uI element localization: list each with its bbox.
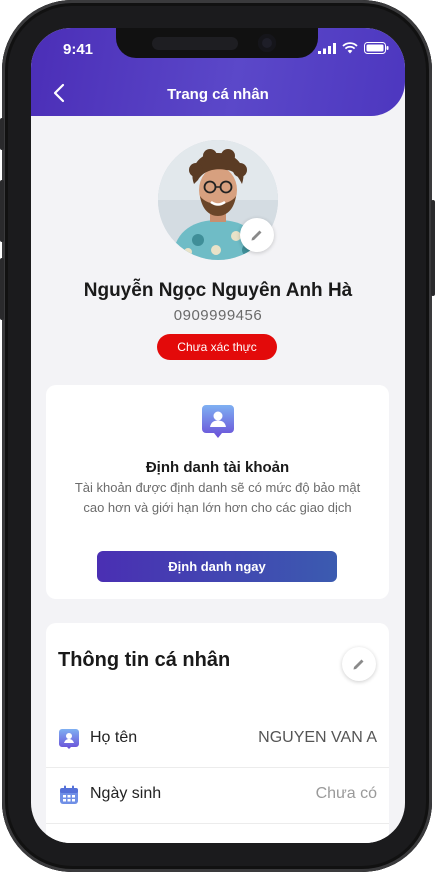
person-icon — [59, 729, 79, 749]
identity-card: Định danh tài khoản Tài khoản được định … — [46, 385, 389, 599]
status-icons — [318, 42, 389, 54]
speaker — [152, 37, 238, 50]
calendar-icon — [60, 785, 78, 804]
info-row-value: NGUYEN VAN A — [258, 729, 377, 746]
pencil-icon — [251, 230, 262, 241]
info-row-fullname[interactable]: Họ tên NGUYEN VAN A — [46, 711, 389, 768]
volume-down-button — [0, 258, 4, 320]
edit-info-button[interactable] — [342, 647, 376, 681]
personal-info-title: Thông tin cá nhân — [58, 649, 231, 671]
info-row-label: Họ tên — [90, 729, 138, 746]
pencil-icon — [353, 659, 364, 670]
power-button — [431, 200, 435, 296]
profile-phone: 0909999456 — [173, 307, 263, 324]
avatar-container — [158, 140, 278, 260]
info-row-label: Ngày sinh — [90, 785, 162, 802]
verification-status-badge: Chưa xác thực — [157, 334, 277, 360]
identity-card-description: Tài khoản được định danh sẽ có mức độ bả… — [74, 480, 361, 515]
personal-info-card: Thông tin cá nhân Họ tên NGUYEN VAN A Ng… — [46, 623, 389, 843]
status-time: 9:41 — [63, 41, 94, 58]
front-camera — [258, 34, 276, 52]
edit-avatar-button[interactable] — [240, 218, 274, 252]
profile-name: Nguyễn Ngọc Nguyên Anh Hà — [83, 280, 353, 301]
id-card-icon — [202, 405, 234, 438]
identity-card-title: Định danh tài khoản — [145, 459, 290, 476]
signal-icon — [318, 42, 336, 54]
volume-up-button — [0, 180, 4, 242]
page-title: Trang cá nhân — [167, 86, 269, 103]
screen: 9:41 Trang cá nhân Nguyễn Ngọc Nguyên An… — [31, 28, 405, 843]
mute-switch — [0, 118, 4, 150]
info-row-birthday[interactable]: Ngày sinh Chưa có — [46, 767, 389, 824]
info-row-value: Chưa có — [315, 785, 377, 802]
battery-icon — [364, 42, 389, 54]
verify-now-button[interactable]: Định danh ngay — [97, 551, 337, 582]
notch — [116, 28, 318, 58]
wifi-icon — [342, 42, 358, 54]
